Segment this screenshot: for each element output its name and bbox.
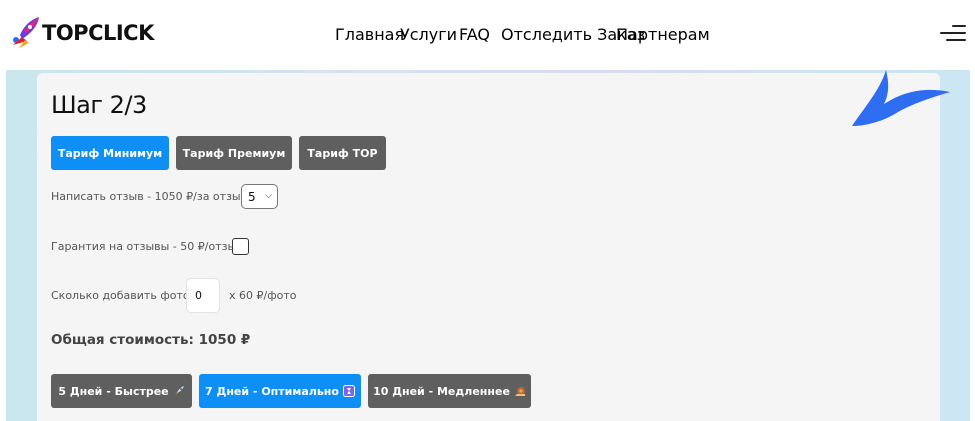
review-label: Написать отзыв - 1050 ₽/за отзыв:	[51, 190, 251, 203]
rocket-icon	[174, 386, 184, 395]
paper-plane-icon	[852, 70, 950, 126]
site-header: TOPCLICK Главная Услуги FAQ Отследить За…	[0, 0, 975, 70]
hourglass-icon	[342, 385, 355, 397]
review-count-value: 5	[248, 189, 256, 204]
speed-10-days-label: 10 Дней - Медленнее	[373, 384, 510, 398]
tariff-top-button[interactable]: Тариф TOP	[299, 136, 386, 170]
nav-home[interactable]: Главная	[335, 25, 404, 44]
snail-icon	[514, 387, 525, 396]
nav-partners[interactable]: Партнерам	[616, 25, 710, 44]
photos-label: Сколько добавить фото:	[51, 289, 194, 302]
speed-5-days-button[interactable]: 5 Дней - Быстрее	[51, 374, 192, 408]
guarantee-checkbox[interactable]	[232, 238, 249, 255]
logo-text: TOPCLICK	[42, 21, 154, 45]
speed-7-days-button[interactable]: 7 Дней - Оптимально	[199, 374, 361, 408]
tariff-minimum-button[interactable]: Тариф Минимум	[51, 136, 169, 170]
review-count-select[interactable]: 5 ⌵	[241, 184, 278, 209]
speed-5-days-label: 5 Дней - Быстрее	[58, 384, 169, 398]
logo-rocket-icon	[13, 17, 39, 48]
photos-count-input[interactable]: 0	[186, 278, 220, 313]
speed-10-days-button[interactable]: 10 Дней - Медленнее	[368, 374, 531, 408]
total-cost: Общая стоимость: 1050 ₽	[51, 332, 251, 348]
logo[interactable]: TOPCLICK	[10, 14, 154, 52]
speed-7-days-label: 7 Дней - Оптимально	[205, 384, 339, 398]
nav-faq[interactable]: FAQ	[459, 25, 490, 44]
guarantee-label: Гарантия на отзывы - 50 ₽/отзыв:	[51, 240, 247, 253]
photos-price-label: x 60 ₽/фото	[229, 289, 297, 302]
chevron-down-icon: ⌵	[265, 191, 272, 201]
menu-icon[interactable]	[940, 24, 966, 42]
step-title: Шаг 2/3	[51, 91, 147, 119]
photos-count-value: 0	[195, 289, 202, 302]
tariff-premium-button[interactable]: Тариф Премиум	[176, 136, 292, 170]
nav-services[interactable]: Услуги	[400, 25, 457, 44]
